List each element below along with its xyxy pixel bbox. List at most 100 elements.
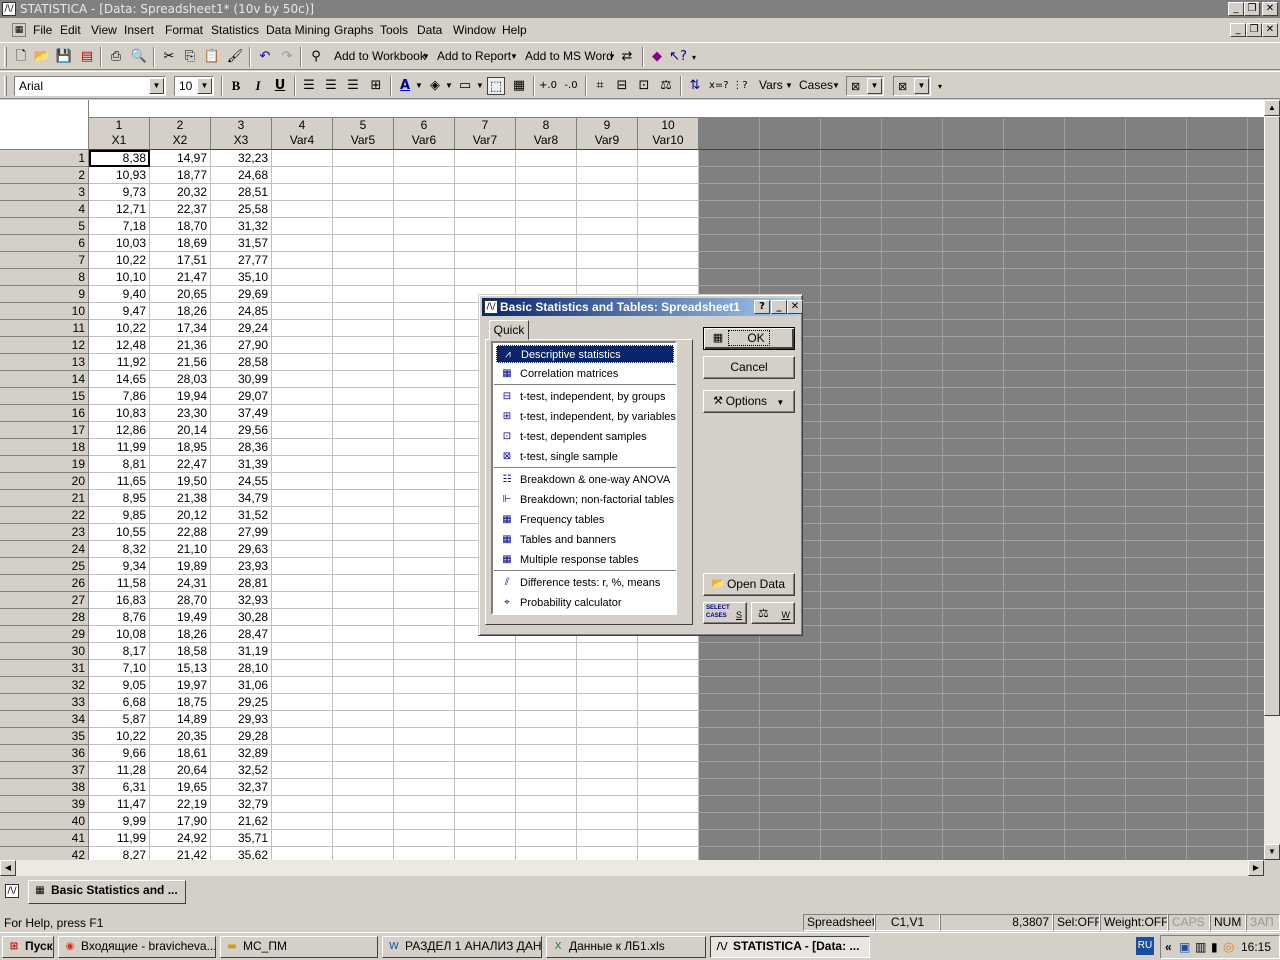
- table-cell[interactable]: [516, 677, 577, 694]
- table-cell[interactable]: 14,89: [150, 711, 211, 728]
- menu-help[interactable]: Help: [502, 23, 527, 37]
- paste-icon[interactable]: 📋: [203, 48, 221, 66]
- format-painter-icon[interactable]: 🖌: [226, 48, 244, 66]
- ok-button[interactable]: ▦ OK: [703, 327, 795, 350]
- open-icon[interactable]: 📂: [33, 48, 51, 66]
- table-cell[interactable]: [516, 694, 577, 711]
- menu-tools[interactable]: Tools: [380, 23, 408, 37]
- row-header[interactable]: 29: [0, 626, 89, 643]
- table-cell[interactable]: 24,92: [150, 830, 211, 847]
- add-to-workbook-button[interactable]: Add to Workbook: [334, 49, 426, 63]
- table-cell[interactable]: [272, 694, 333, 711]
- table-cell[interactable]: 19,97: [150, 677, 211, 694]
- table-cell[interactable]: [272, 592, 333, 609]
- task-button-excel[interactable]: X Данные к ЛБ1.xls: [546, 936, 706, 958]
- select-cases-button[interactable]: SELECT CASES S: [703, 602, 747, 624]
- task-button-browser[interactable]: ◉ Входящие - bravicheva...: [58, 936, 216, 958]
- cancel-button[interactable]: Cancel: [703, 356, 795, 379]
- table-cell[interactable]: [272, 524, 333, 541]
- table-cell[interactable]: [455, 184, 516, 201]
- spreadsheet-icon[interactable]: ⌗: [591, 77, 609, 95]
- row-header[interactable]: 39: [0, 796, 89, 813]
- table-cell[interactable]: [272, 218, 333, 235]
- table-cell[interactable]: [333, 388, 394, 405]
- table-cell[interactable]: 9,73: [89, 184, 150, 201]
- row-header[interactable]: 36: [0, 745, 89, 762]
- table-cell[interactable]: [638, 762, 699, 779]
- border-icon[interactable]: ▭: [456, 77, 474, 95]
- table-cell[interactable]: 11,65: [89, 473, 150, 490]
- table-cell[interactable]: [577, 218, 638, 235]
- table-cell[interactable]: [272, 252, 333, 269]
- table-cell[interactable]: [333, 456, 394, 473]
- row-header[interactable]: 41: [0, 830, 89, 847]
- table-cell[interactable]: [333, 201, 394, 218]
- table-cell[interactable]: [516, 184, 577, 201]
- table-cell[interactable]: 24,85: [211, 303, 272, 320]
- table-cell[interactable]: 29,63: [211, 541, 272, 558]
- table-cell[interactable]: 27,90: [211, 337, 272, 354]
- table-cell[interactable]: [638, 218, 699, 235]
- chevron-down-icon[interactable]: ▼: [914, 78, 929, 94]
- doc-close-button[interactable]: ✕: [1262, 23, 1278, 37]
- signal-icon[interactable]: ▮: [1211, 940, 1218, 954]
- table-cell[interactable]: [394, 201, 455, 218]
- list-item[interactable]: ▦ Correlation matrices: [496, 365, 674, 383]
- bold-button[interactable]: B: [227, 77, 245, 95]
- table-cell[interactable]: 18,95: [150, 439, 211, 456]
- chevron-down-icon[interactable]: ▼: [422, 52, 430, 61]
- row-header[interactable]: 32: [0, 677, 89, 694]
- table-cell[interactable]: 10,03: [89, 235, 150, 252]
- row-header[interactable]: 25: [0, 558, 89, 575]
- minimize-button[interactable]: _: [1228, 2, 1244, 16]
- table-cell[interactable]: 28,10: [211, 660, 272, 677]
- table-cell[interactable]: [394, 218, 455, 235]
- table-cell[interactable]: 10,93: [89, 167, 150, 184]
- table-cell[interactable]: 9,99: [89, 813, 150, 830]
- toolbar-grip[interactable]: [4, 76, 7, 96]
- chevron-down-icon[interactable]: ▼: [415, 81, 423, 90]
- table-cell[interactable]: 29,07: [211, 388, 272, 405]
- restore-button[interactable]: ❐: [1244, 2, 1260, 16]
- table-cell[interactable]: [455, 252, 516, 269]
- table-cell[interactable]: [455, 167, 516, 184]
- table-cell[interactable]: [577, 235, 638, 252]
- table-cell[interactable]: [638, 677, 699, 694]
- table-cell[interactable]: [272, 779, 333, 796]
- table-cell[interactable]: [577, 643, 638, 660]
- recode-icon[interactable]: ⋮?: [731, 77, 749, 95]
- table-cell[interactable]: 18,75: [150, 694, 211, 711]
- list-item[interactable]: ⌖ Probability calculator: [496, 594, 674, 612]
- table-cell[interactable]: 29,56: [211, 422, 272, 439]
- table-cell[interactable]: [272, 541, 333, 558]
- table-cell[interactable]: 7,18: [89, 218, 150, 235]
- table-cell[interactable]: [577, 694, 638, 711]
- table-cell[interactable]: 32,37: [211, 779, 272, 796]
- table-cell[interactable]: 9,66: [89, 745, 150, 762]
- table-cell[interactable]: 18,58: [150, 643, 211, 660]
- table-cell[interactable]: 9,40: [89, 286, 150, 303]
- table-cell[interactable]: 21,36: [150, 337, 211, 354]
- table-cell[interactable]: [394, 354, 455, 371]
- font-combo[interactable]: Arial ▼: [14, 76, 166, 96]
- table-cell[interactable]: [333, 320, 394, 337]
- table-cell[interactable]: [516, 218, 577, 235]
- list-item[interactable]: ⊟ t-test, independent, by groups: [496, 388, 674, 406]
- task-button-statistica[interactable]: /\/ STATISTICA - [Data: ...: [710, 936, 870, 958]
- table-cell[interactable]: [333, 235, 394, 252]
- table-cell[interactable]: [333, 558, 394, 575]
- row-header[interactable]: 22: [0, 507, 89, 524]
- table-cell[interactable]: 31,57: [211, 235, 272, 252]
- column-header[interactable]: 6 Var6: [394, 118, 455, 150]
- table-cell[interactable]: [516, 813, 577, 830]
- table-cell[interactable]: 28,70: [150, 592, 211, 609]
- list-item[interactable]: ⊞ t-test, independent, by variables: [496, 408, 676, 426]
- statistica-app-icon[interactable]: /\/: [2, 2, 16, 16]
- row-header[interactable]: 31: [0, 660, 89, 677]
- tray-expand-icon[interactable]: «: [1165, 940, 1172, 954]
- scroll-right-icon[interactable]: ▶: [1248, 860, 1264, 876]
- dialog-help-button[interactable]: ?: [754, 300, 770, 314]
- table-cell[interactable]: [638, 269, 699, 286]
- list-item[interactable]: ⫽ Difference tests: r, %, means: [496, 574, 674, 592]
- language-indicator[interactable]: RU: [1136, 937, 1154, 955]
